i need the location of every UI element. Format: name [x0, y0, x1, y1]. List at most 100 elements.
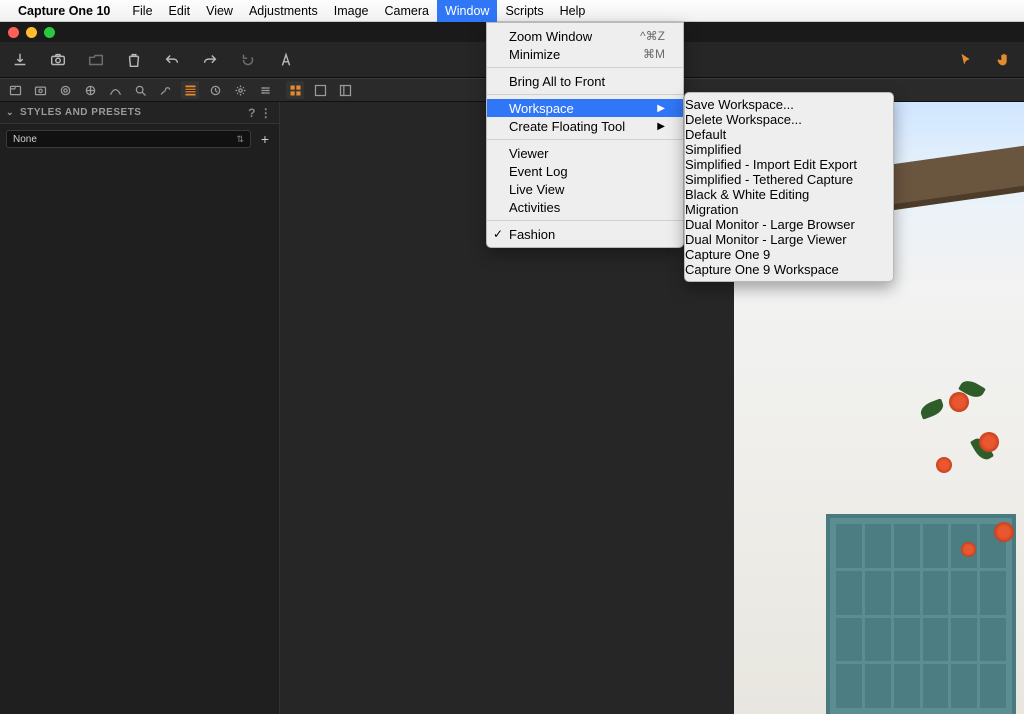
preset-select-value: None	[13, 134, 37, 145]
menu-item-activities[interactable]: Activities	[487, 198, 683, 216]
color-icon[interactable]	[81, 81, 99, 99]
menu-item-migration[interactable]: Migration	[685, 202, 893, 217]
library-icon[interactable]	[6, 81, 24, 99]
menu-view[interactable]: View	[198, 0, 241, 22]
menu-item-label: Capture One 9	[685, 247, 770, 262]
menu-item-create-floating-tool[interactable]: Create Floating Tool ▶	[487, 117, 683, 135]
menu-item-live-view[interactable]: Live View	[487, 180, 683, 198]
menu-item-label: Black & White Editing	[685, 187, 809, 202]
menu-item-capture-one-9-workspace[interactable]: Capture One 9 Workspace	[685, 262, 893, 277]
menu-item-capture-one-9[interactable]: Capture One 9	[685, 247, 893, 262]
workspace-submenu: Save Workspace...Delete Workspace...Defa…	[684, 92, 894, 282]
mac-menubar: Capture One 10 FileEditViewAdjustmentsIm…	[0, 0, 1024, 22]
panel-title: STYLES AND PRESETS	[20, 107, 141, 118]
preset-select[interactable]: None ⇅	[6, 130, 251, 148]
text-tool-icon[interactable]	[276, 50, 296, 70]
minimize-window-icon[interactable]	[26, 27, 37, 38]
menu-item-label: Dual Monitor - Large Viewer	[685, 232, 847, 247]
menu-item-workspace[interactable]: Workspace ▶	[487, 99, 683, 117]
menu-item-label: Minimize	[509, 47, 560, 62]
menu-edit[interactable]: Edit	[161, 0, 199, 22]
styles-icon[interactable]	[181, 81, 199, 99]
hand-icon[interactable]	[994, 50, 1014, 70]
menu-shortcut: ⌘M	[643, 47, 665, 61]
menu-item-zoom-window[interactable]: Zoom Window ^⌘Z	[487, 27, 683, 45]
menu-item-fashion[interactable]: ✓ Fashion	[487, 225, 683, 243]
lens-icon[interactable]	[56, 81, 74, 99]
menu-image[interactable]: Image	[326, 0, 377, 22]
menu-item-bring-all-to-front[interactable]: Bring All to Front	[487, 72, 683, 90]
chevron-right-icon: ▶	[657, 121, 665, 132]
adjust-icon[interactable]	[256, 81, 274, 99]
menu-separator	[487, 94, 683, 95]
menu-item-label: Simplified - Tethered Capture	[685, 172, 853, 187]
panel-actions-icon[interactable]: ⋮	[259, 106, 273, 120]
undo-icon[interactable]	[162, 50, 182, 70]
import-icon[interactable]	[10, 50, 30, 70]
redo-icon[interactable]	[200, 50, 220, 70]
menu-adjustments[interactable]: Adjustments	[241, 0, 326, 22]
menu-item-label: Activities	[509, 200, 560, 215]
menu-item-dual-monitor-large-viewer[interactable]: Dual Monitor - Large Viewer	[685, 232, 893, 247]
menu-item-simplified-import-edit-export[interactable]: Simplified - Import Edit Export	[685, 157, 893, 172]
cursor-icon[interactable]	[956, 50, 976, 70]
menu-item-label: Event Log	[509, 164, 568, 179]
panel-icon[interactable]	[336, 81, 354, 99]
menu-item-label: Viewer	[509, 146, 549, 161]
add-preset-button[interactable]: +	[257, 131, 273, 147]
reset-icon[interactable]	[238, 50, 258, 70]
left-panel: ⌄ STYLES AND PRESETS ? ⋮ None ⇅ +	[0, 102, 280, 714]
menu-item-label: Delete Workspace...	[685, 112, 802, 127]
styles-presets-header[interactable]: ⌄ STYLES AND PRESETS ? ⋮	[0, 102, 279, 124]
spot-icon[interactable]	[156, 81, 174, 99]
menu-separator	[487, 139, 683, 140]
grid-icon[interactable]	[286, 81, 304, 99]
menu-item-label: Workspace	[509, 101, 574, 116]
menu-item-minimize[interactable]: Minimize ⌘M	[487, 45, 683, 63]
window-menu: Zoom Window ^⌘Z Minimize ⌘M Bring All to Fro…	[486, 22, 684, 248]
menu-item-label: Default	[685, 127, 726, 142]
menu-item-label: Fashion	[509, 227, 555, 242]
camera-icon[interactable]	[48, 50, 68, 70]
single-icon[interactable]	[311, 81, 329, 99]
menu-separator	[487, 67, 683, 68]
metadata-icon[interactable]	[206, 81, 224, 99]
folder-open-icon[interactable]	[86, 50, 106, 70]
menu-item-default[interactable]: Default	[685, 127, 893, 142]
menu-item-label: Live View	[509, 182, 564, 197]
menu-shortcut: ^⌘Z	[640, 29, 665, 43]
menu-file[interactable]: File	[124, 0, 160, 22]
updown-icon: ⇅	[236, 134, 244, 145]
menu-item-label: Capture One 9 Workspace	[685, 262, 839, 277]
menu-window[interactable]: Window	[437, 0, 497, 22]
menu-item-label: Create Floating Tool	[509, 119, 625, 134]
chevron-right-icon: ▶	[657, 103, 665, 114]
menu-item-event-log[interactable]: Event Log	[487, 162, 683, 180]
app-name[interactable]: Capture One 10	[18, 4, 110, 18]
exposure-icon[interactable]	[106, 81, 124, 99]
menu-item-save-workspace[interactable]: Save Workspace...	[685, 97, 893, 112]
menu-item-label: Save Workspace...	[685, 97, 794, 112]
trash-icon[interactable]	[124, 50, 144, 70]
help-icon[interactable]: ?	[245, 106, 259, 120]
close-window-icon[interactable]	[8, 27, 19, 38]
menu-scripts[interactable]: Scripts	[497, 0, 551, 22]
menu-help[interactable]: Help	[552, 0, 594, 22]
menu-item-dual-monitor-large-browser[interactable]: Dual Monitor - Large Browser	[685, 217, 893, 232]
menu-item-simplified[interactable]: Simplified	[685, 142, 893, 157]
check-icon: ✓	[493, 227, 503, 241]
menu-camera[interactable]: Camera	[377, 0, 437, 22]
search-icon[interactable]	[131, 81, 149, 99]
capture-icon[interactable]	[31, 81, 49, 99]
menu-item-viewer[interactable]: Viewer	[487, 144, 683, 162]
chevron-down-icon: ⌄	[6, 107, 14, 118]
fullscreen-window-icon[interactable]	[44, 27, 55, 38]
menu-item-delete-workspace[interactable]: Delete Workspace...	[685, 112, 893, 127]
menu-item-label: Migration	[685, 202, 738, 217]
menu-item-simplified-tethered-capture[interactable]: Simplified - Tethered Capture	[685, 172, 893, 187]
menu-item-black-white-editing[interactable]: Black & White Editing	[685, 187, 893, 202]
menu-item-label: Simplified	[685, 142, 741, 157]
menu-item-label: Zoom Window	[509, 29, 592, 44]
menu-item-label: Dual Monitor - Large Browser	[685, 217, 855, 232]
gear-icon[interactable]	[231, 81, 249, 99]
